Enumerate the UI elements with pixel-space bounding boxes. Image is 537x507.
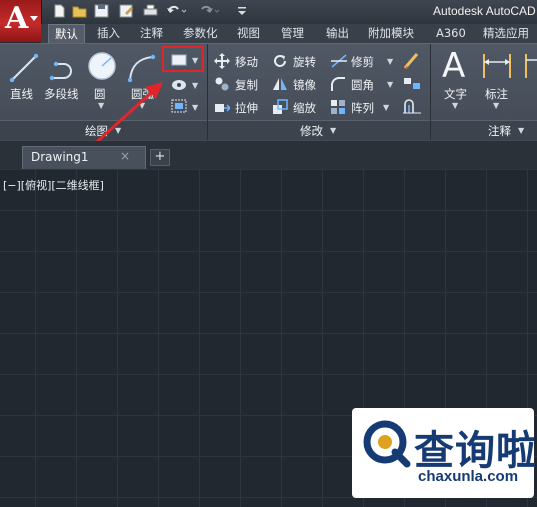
rotate-icon[interactable] xyxy=(272,53,288,69)
rectangle-tool-highlight xyxy=(162,46,204,72)
polyline-tool-label[interactable]: 多段线 xyxy=(44,86,79,102)
move-icon[interactable] xyxy=(214,53,230,69)
draw-panel-title[interactable]: 绘图 xyxy=(85,123,108,139)
explode-icon[interactable] xyxy=(402,75,422,93)
window-title: Autodesk AutoCAD xyxy=(433,4,536,18)
chevron-down-icon[interactable]: ▼ xyxy=(192,103,198,112)
hatch-icon[interactable] xyxy=(170,78,188,92)
redo-icon[interactable] xyxy=(199,4,221,18)
chevron-down-icon[interactable]: ▼ xyxy=(139,101,145,110)
copy-tool-label[interactable]: 复制 xyxy=(235,77,258,93)
chevron-down-icon[interactable]: ▼ xyxy=(387,57,393,66)
chevron-down-icon[interactable]: ▼ xyxy=(387,80,393,89)
circle-icon[interactable] xyxy=(86,50,118,82)
tab-addins[interactable]: 附加模块 xyxy=(368,24,414,43)
tab-default[interactable]: 默认 xyxy=(48,24,85,44)
rotate-tool-label[interactable]: 旋转 xyxy=(293,54,316,70)
stretch-tool-label[interactable]: 拉伸 xyxy=(235,100,258,116)
trim-icon[interactable] xyxy=(330,53,348,69)
chevron-down-icon[interactable]: ▼ xyxy=(330,126,336,135)
offset-icon[interactable] xyxy=(402,98,422,116)
customize-qat-icon[interactable] xyxy=(236,4,248,18)
chevron-down-icon[interactable]: ▼ xyxy=(452,101,458,110)
boundary-icon[interactable] xyxy=(170,99,188,113)
circle-tool-label[interactable]: 圆 xyxy=(94,86,106,102)
dimension-tool-label[interactable]: 标注 xyxy=(485,86,508,102)
move-tool-label[interactable]: 移动 xyxy=(235,54,258,70)
modify-panel-title[interactable]: 修改 xyxy=(300,123,323,139)
chevron-down-icon[interactable]: ▼ xyxy=(115,126,121,135)
open-folder-icon[interactable] xyxy=(72,4,87,18)
line-icon[interactable] xyxy=(8,52,40,84)
application-menu-button[interactable]: A xyxy=(0,0,42,42)
print-icon[interactable] xyxy=(143,4,158,18)
viewport-controls-label[interactable]: [−][俯视][二维线框] xyxy=(3,177,104,193)
new-tab-button[interactable]: + xyxy=(150,149,170,166)
undo-icon[interactable] xyxy=(166,4,188,18)
scale-icon[interactable] xyxy=(272,99,288,115)
chevron-down-icon[interactable]: ▼ xyxy=(98,101,104,110)
save-icon[interactable] xyxy=(94,4,109,18)
save-as-icon[interactable] xyxy=(119,4,134,18)
scale-tool-label[interactable]: 缩放 xyxy=(293,100,316,116)
tab-parametric[interactable]: 参数化 xyxy=(183,24,218,43)
array-tool-label[interactable]: 阵列 xyxy=(351,100,374,116)
annotation-panel-title[interactable]: 注释 xyxy=(488,123,511,139)
mirror-tool-label[interactable]: 镜像 xyxy=(293,77,316,93)
array-icon[interactable] xyxy=(330,99,346,115)
autocad-logo-icon: A xyxy=(5,1,29,36)
tab-manage[interactable]: 管理 xyxy=(281,24,304,43)
polyline-icon[interactable] xyxy=(48,52,80,84)
dimension-icon[interactable] xyxy=(480,50,514,82)
watermark-url: chaxunla.com xyxy=(418,468,519,485)
close-icon[interactable]: × xyxy=(120,149,130,163)
mirror-icon[interactable] xyxy=(272,76,288,92)
document-tab-title[interactable]: Drawing1 xyxy=(31,150,89,164)
trim-tool-label[interactable]: 修剪 xyxy=(351,54,374,70)
chevron-down-icon xyxy=(30,16,38,21)
arc-tool-label[interactable]: 圆弧 xyxy=(131,86,154,102)
chevron-down-icon[interactable]: ▼ xyxy=(192,81,198,90)
fillet-icon[interactable] xyxy=(330,76,346,92)
leader-icon[interactable] xyxy=(522,50,537,82)
tab-featured-apps[interactable]: 精选应用 xyxy=(483,24,529,43)
text-tool-label[interactable]: 文字 xyxy=(444,86,467,102)
stretch-icon[interactable] xyxy=(214,99,230,115)
line-tool-label[interactable]: 直线 xyxy=(10,86,33,102)
tab-a360[interactable]: A360 xyxy=(436,24,466,43)
tab-view[interactable]: 视图 xyxy=(237,24,260,43)
erase-icon[interactable] xyxy=(402,52,422,70)
tab-insert[interactable]: 插入 xyxy=(97,24,120,43)
watermark-logo-icon xyxy=(363,420,411,468)
new-file-icon[interactable] xyxy=(52,4,67,18)
tab-annotate[interactable]: 注释 xyxy=(140,24,163,43)
chevron-down-icon[interactable]: ▼ xyxy=(518,126,524,135)
chevron-down-icon[interactable]: ▼ xyxy=(383,103,389,112)
text-icon[interactable]: A xyxy=(442,46,465,86)
arc-icon[interactable] xyxy=(125,52,157,84)
fillet-tool-label[interactable]: 圆角 xyxy=(351,77,374,93)
copy-icon[interactable] xyxy=(214,76,230,92)
chevron-down-icon[interactable]: ▼ xyxy=(493,101,499,110)
tab-output[interactable]: 输出 xyxy=(326,24,349,43)
